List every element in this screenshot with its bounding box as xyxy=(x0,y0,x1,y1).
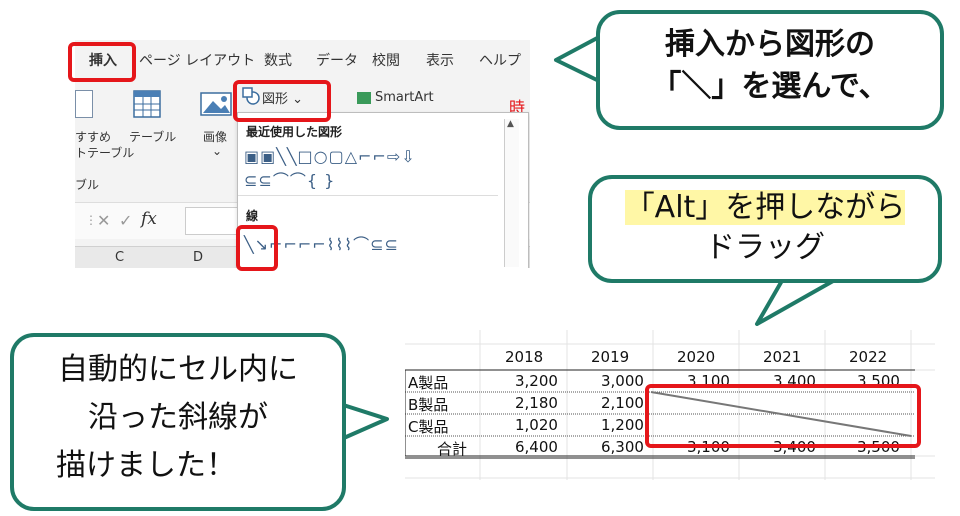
scroll-up-icon[interactable]: ▲ xyxy=(507,119,514,129)
callout-left: 自動的にセル内に 沿った斜線が 描けました！ xyxy=(10,333,346,511)
cell-b-2018: 2,180 xyxy=(515,394,558,412)
tab-data[interactable]: データ xyxy=(316,50,358,70)
excel-ribbon: 挿入 ページ レイアウト 数式 データ 校閲 表示 ヘルプ すすめ トテーブル … xyxy=(75,40,530,268)
tab-formulas[interactable]: 数式 xyxy=(264,50,292,70)
column-header-c[interactable]: C xyxy=(115,250,124,265)
smartart-button[interactable]: SmartArt xyxy=(375,90,434,105)
cell-b-2019: 2,100 xyxy=(601,394,644,412)
tab-help[interactable]: ヘルプ xyxy=(479,50,521,70)
highlight-insert-tab xyxy=(68,42,136,82)
image-label: 画像 xyxy=(203,130,228,144)
divider xyxy=(238,195,498,196)
row-label-total: 合計 xyxy=(437,440,468,458)
cell-total-2018: 6,400 xyxy=(515,438,558,456)
recommended-pivot-label-2: トテーブル xyxy=(75,146,135,160)
callout-left-line-2: 沿った斜線が xyxy=(88,400,268,435)
callout-left-line-3: 描けました！ xyxy=(56,448,236,483)
recent-shapes-heading: 最近使用した図形 xyxy=(246,125,343,139)
callout-top-right-line-2: 「＼」を選んで、 xyxy=(651,69,889,104)
enter-icon[interactable]: ✓ xyxy=(119,211,132,230)
column-header-d[interactable]: D xyxy=(193,250,203,265)
lines-heading: 線 xyxy=(246,209,259,223)
image-icon[interactable] xyxy=(200,90,234,118)
cell-total-2019: 6,300 xyxy=(601,438,644,456)
recent-shapes-row-1[interactable]: ▣▣╲╲□○▢△⌐⌐⇨⇩ xyxy=(244,147,416,166)
cancel-icon[interactable]: ✕ xyxy=(97,211,110,230)
shapes-dropdown: 最近使用した図形 ▣▣╲╲□○▢△⌐⌐⇨⇩ ⊆⊆⌒⌒{ } 線 ╲↘⌐⌐⌐⌐⌇⌇… xyxy=(237,112,529,268)
cell-c-2018: 1,020 xyxy=(515,416,558,434)
recommended-pivot-label-1: すすめ xyxy=(75,130,112,144)
callout-middle-right-line-1: 「Alt」を押しながら xyxy=(624,190,906,225)
highlight-shapes-button xyxy=(233,80,331,122)
callout-top-right: 挿入から図形の 「＼」を選んで、 xyxy=(596,10,944,130)
spreadsheet: 2018 2019 2020 2021 2022 A製品 3,200 3,000… xyxy=(405,330,935,480)
cell-a-2019: 3,000 xyxy=(601,372,644,390)
table-icon[interactable] xyxy=(133,90,161,118)
highlight-diagonal-range xyxy=(645,384,921,448)
year-header-2022: 2022 xyxy=(849,348,888,366)
highlight-line-shape xyxy=(236,225,278,271)
row-label-c: C製品 xyxy=(408,418,449,436)
table-label: テーブル xyxy=(129,130,177,144)
year-header-2018: 2018 xyxy=(505,348,544,366)
callout-middle-right-line-2: ドラッグ xyxy=(705,230,825,265)
tab-view[interactable]: 表示 xyxy=(426,50,454,70)
row-label-a: A製品 xyxy=(408,374,449,392)
name-box-handle: ⋮ xyxy=(85,213,97,227)
fx-icon[interactable]: fx xyxy=(141,209,157,229)
image-caret: ⌄ xyxy=(212,144,223,158)
callout-middle-right: 「Alt」を押しながら ドラッグ xyxy=(588,175,942,283)
dropdown-scrollbar[interactable]: ▲ xyxy=(504,119,519,267)
recommended-pivot-icon[interactable] xyxy=(75,90,93,118)
year-header-2020: 2020 xyxy=(677,348,716,366)
group-label-tables: ブル xyxy=(75,178,100,192)
cell-c-2019: 1,200 xyxy=(601,416,644,434)
cell-a-2018: 3,200 xyxy=(515,372,558,390)
tab-page-layout[interactable]: ページ レイアウト xyxy=(139,50,255,70)
row-label-b: B製品 xyxy=(408,396,449,414)
callout-top-right-line-1: 挿入から図形の xyxy=(665,27,875,62)
tab-review[interactable]: 校閲 xyxy=(372,50,400,70)
callout-left-line-1: 自動的にセル内に xyxy=(58,352,298,387)
year-header-2021: 2021 xyxy=(763,348,802,366)
smartart-icon[interactable] xyxy=(357,92,371,104)
recent-shapes-row-2[interactable]: ⊆⊆⌒⌒{ } xyxy=(244,167,335,191)
year-header-2019: 2019 xyxy=(591,348,630,366)
